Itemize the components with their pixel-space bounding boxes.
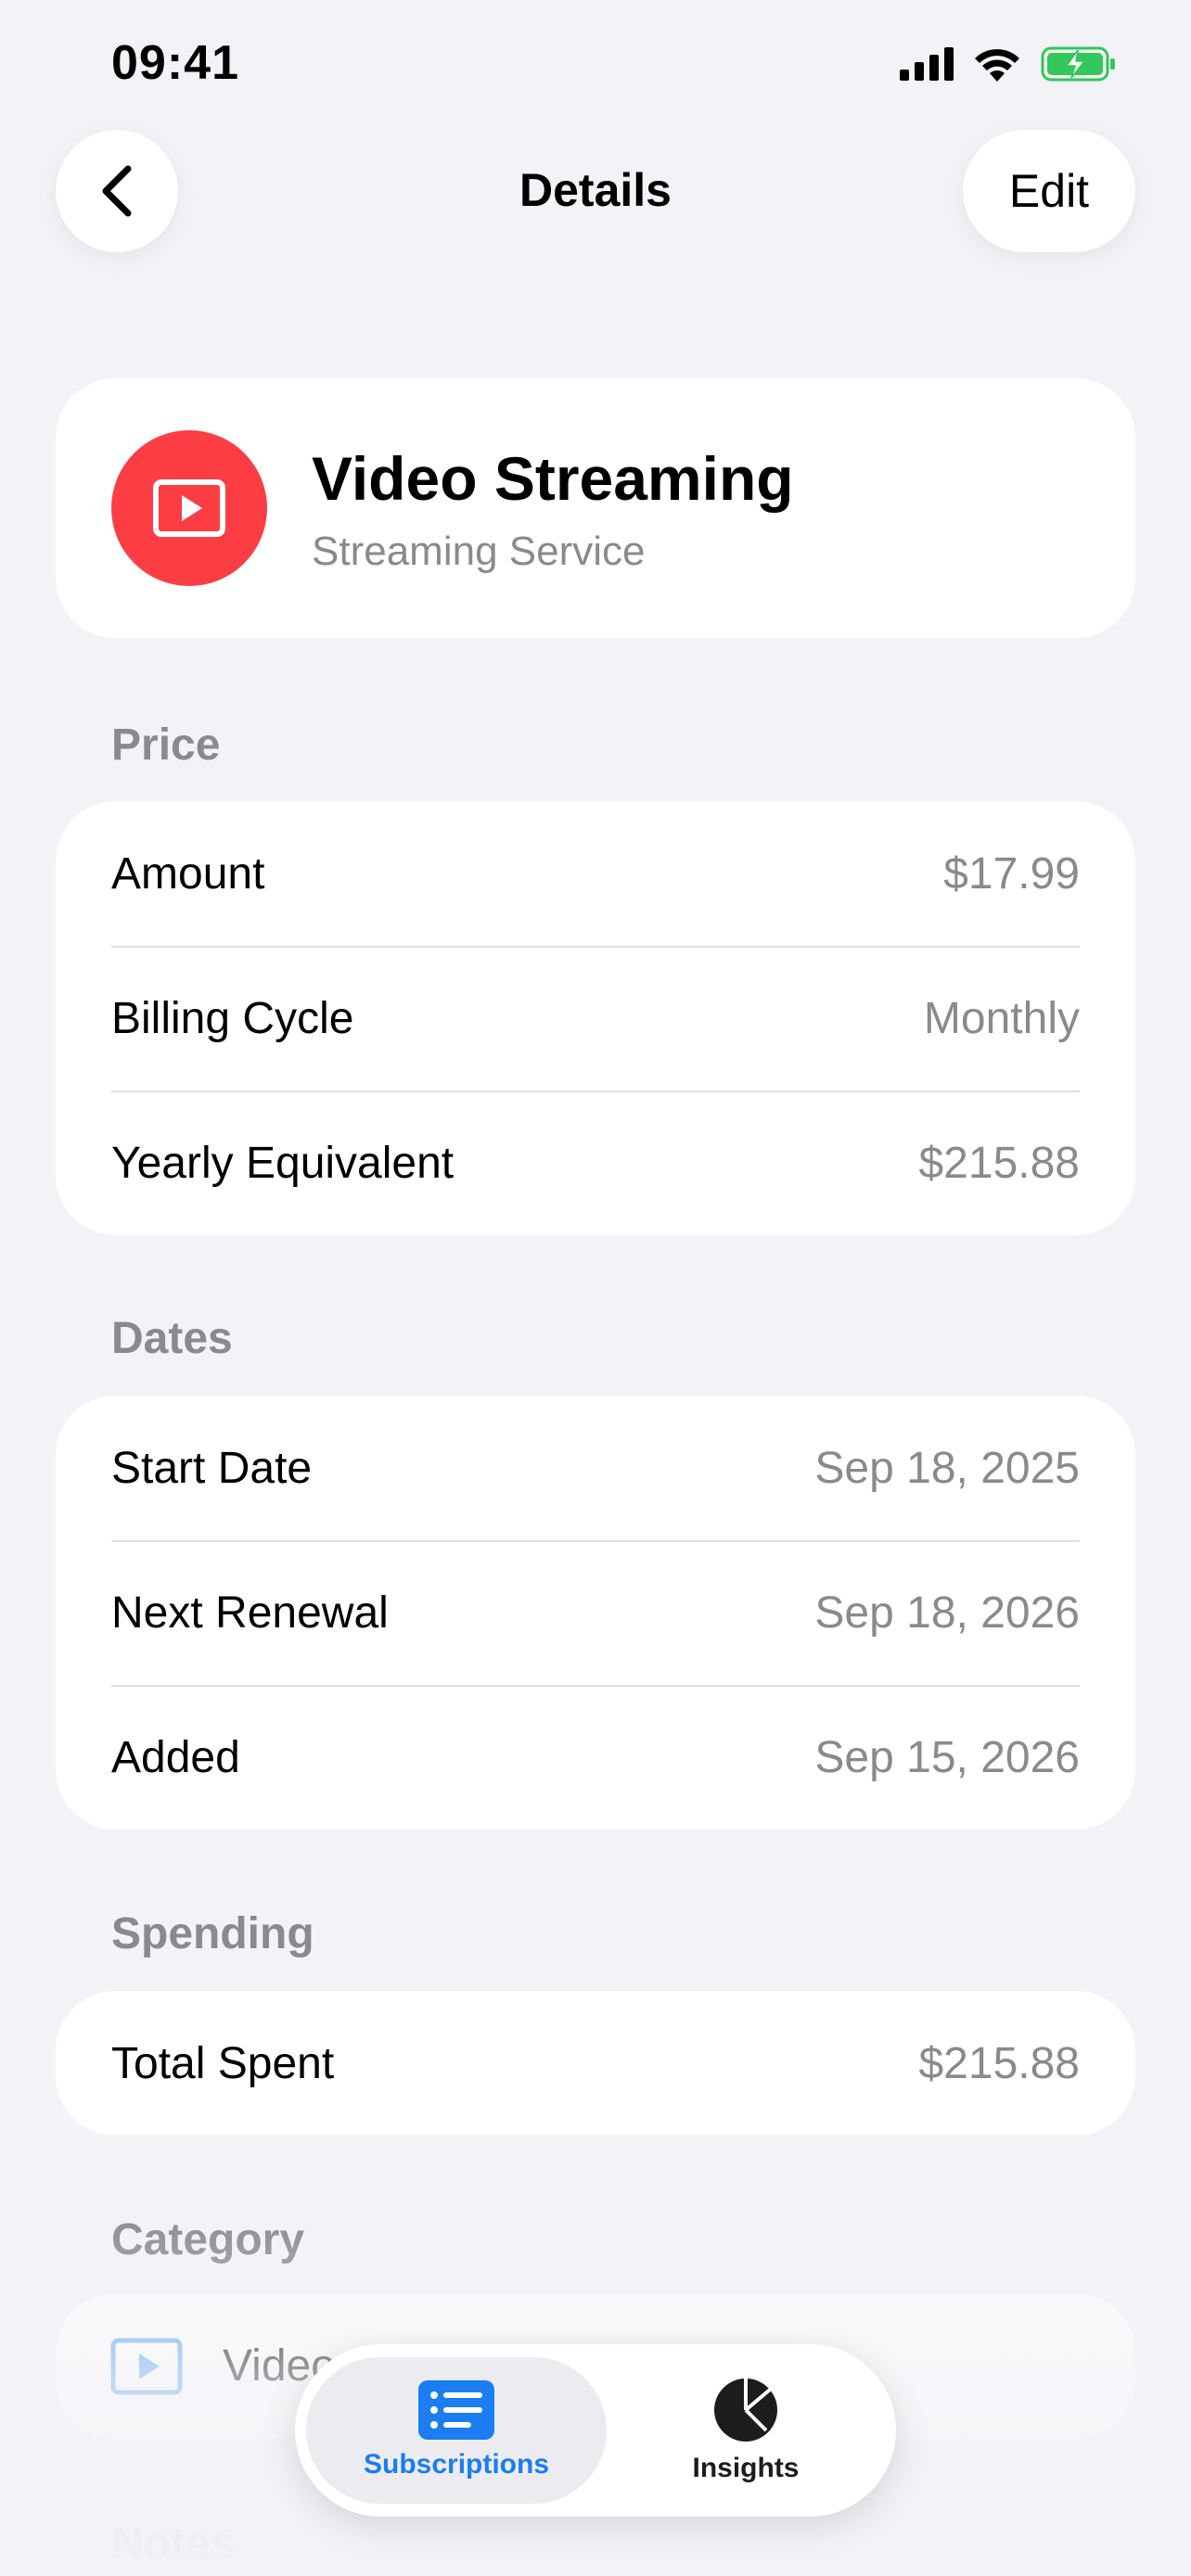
tab-label: Subscriptions xyxy=(363,2449,550,2480)
dates-card: Start Date Sep 18, 2025 Next Renewal Sep… xyxy=(56,1396,1135,1830)
spending-card: Total Spent $215.88 xyxy=(56,1991,1135,2136)
battery-charging-icon xyxy=(1041,46,1115,82)
tab-insights[interactable]: Insights xyxy=(607,2357,885,2504)
row-label: Start Date xyxy=(111,1443,313,1493)
row-label: Amount xyxy=(111,848,265,899)
wifi-icon xyxy=(975,49,1019,82)
list-icon xyxy=(418,2380,494,2440)
row-yearly-equivalent: Yearly Equivalent $215.88 xyxy=(56,1090,1135,1235)
status-time: 09:41 xyxy=(111,36,239,90)
row-amount: Amount $17.99 xyxy=(56,801,1135,946)
row-value: Sep 18, 2025 xyxy=(814,1443,1080,1493)
app-icon xyxy=(111,430,267,586)
edit-button[interactable]: Edit xyxy=(963,130,1135,252)
tab-bar: Subscriptions Insights xyxy=(295,2344,896,2517)
cellular-signal-icon xyxy=(900,47,954,81)
row-added: Added Sep 15, 2026 xyxy=(56,1685,1135,1830)
status-bar: 09:41 xyxy=(0,0,1191,130)
row-start-date: Start Date Sep 18, 2025 xyxy=(56,1396,1135,1540)
row-next-renewal: Next Renewal Sep 18, 2026 xyxy=(56,1540,1135,1685)
section-label-spending: Spending xyxy=(111,1909,314,1958)
video-category-icon xyxy=(110,2338,183,2395)
tab-label: Insights xyxy=(692,2453,800,2483)
row-billing-cycle: Billing Cycle Monthly xyxy=(56,946,1135,1090)
play-icon xyxy=(153,479,225,537)
row-label: Added xyxy=(111,1732,240,1782)
pie-chart-icon xyxy=(714,2378,777,2442)
row-label: Billing Cycle xyxy=(111,993,354,1043)
row-label: Yearly Equivalent xyxy=(111,1138,455,1188)
price-card: Amount $17.99 Billing Cycle Monthly Year… xyxy=(56,801,1135,1235)
row-value: Monthly xyxy=(923,993,1080,1043)
section-label-dates: Dates xyxy=(111,1314,233,1363)
row-value: $17.99 xyxy=(943,848,1080,899)
row-value: $215.88 xyxy=(918,2038,1080,2088)
row-value: $215.88 xyxy=(918,1138,1080,1188)
tab-subscriptions[interactable]: Subscriptions xyxy=(306,2357,607,2504)
status-icons xyxy=(900,46,1117,82)
section-label-notes: Notes xyxy=(111,2519,236,2569)
subscription-type: Streaming Service xyxy=(312,529,646,574)
row-total-spent: Total Spent $215.88 xyxy=(56,1991,1135,2136)
row-value: Sep 15, 2026 xyxy=(814,1732,1080,1782)
row-value: Sep 18, 2026 xyxy=(814,1588,1080,1638)
subscription-name: Video Streaming xyxy=(312,444,794,513)
section-label-price: Price xyxy=(111,721,221,770)
row-label: Next Renewal xyxy=(111,1588,389,1638)
row-label: Total Spent xyxy=(111,2038,335,2088)
subscription-header-card: Video Streaming Streaming Service xyxy=(56,378,1135,638)
section-label-category: Category xyxy=(111,2215,305,2264)
